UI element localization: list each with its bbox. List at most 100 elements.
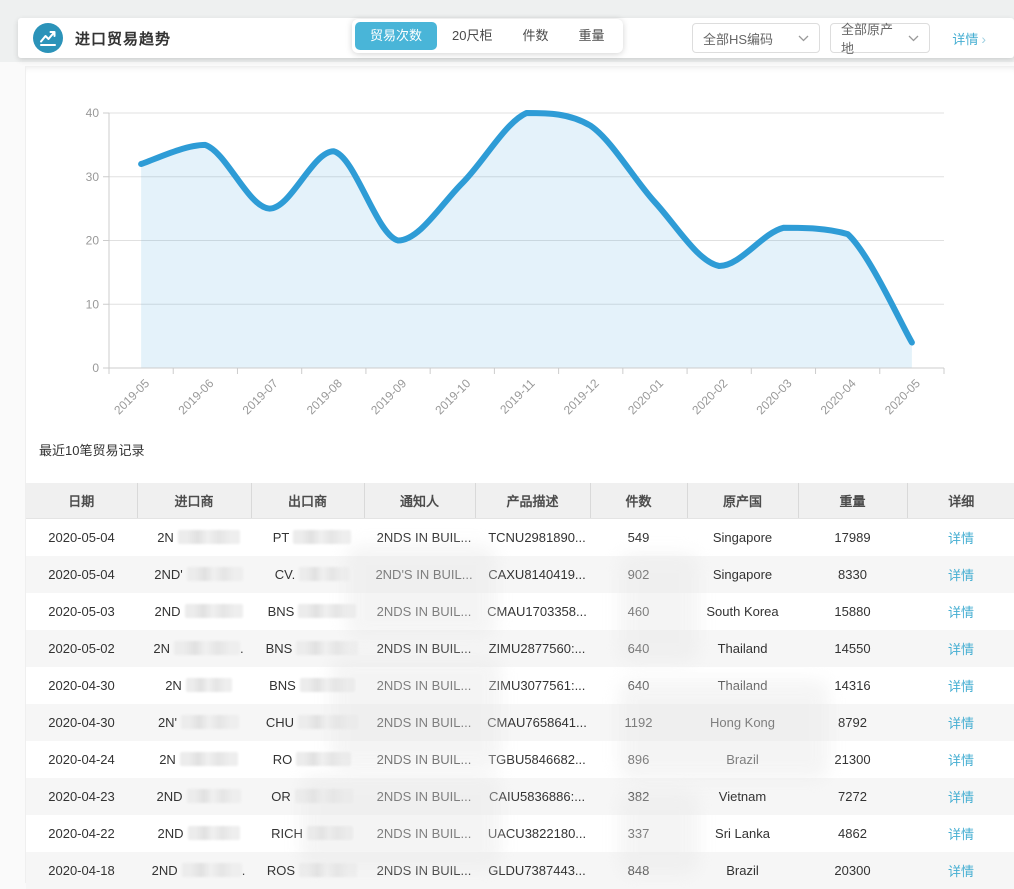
cell-date: 2020-04-18 xyxy=(26,852,137,889)
x-axis-label: 2019-08 xyxy=(304,376,345,417)
table-row: 2020-04-222NDRICH2NDS IN BUIL...UACU3822… xyxy=(26,815,1014,852)
row-detail-link[interactable]: 详情 xyxy=(948,605,974,620)
origin-select[interactable]: 全部原产地 xyxy=(830,23,930,53)
cell-weight: 21300 xyxy=(798,741,907,778)
cell-detail: 详情 xyxy=(907,593,1014,630)
column-header: 通知人 xyxy=(364,483,475,519)
row-detail-link[interactable]: 详情 xyxy=(948,642,974,657)
cell-product-description: CMAU7658641... xyxy=(475,704,590,741)
row-detail-link[interactable]: 详情 xyxy=(948,864,974,879)
origin-select-value: 全部原产地 xyxy=(841,19,900,57)
tab-pieces[interactable]: 件数 xyxy=(507,22,563,50)
cell-exporter: BNS xyxy=(251,630,364,667)
y-axis-label: 30 xyxy=(86,170,100,184)
cell-product-description: TGBU5846682... xyxy=(475,741,590,778)
table-header-row: 日期进口商出口商通知人产品描述件数原产国重量详细 xyxy=(26,483,1014,519)
tab-trade-count[interactable]: 贸易次数 xyxy=(355,22,437,50)
cell-product-description: ZIMU2877560:... xyxy=(475,630,590,667)
cell-detail: 详情 xyxy=(907,815,1014,852)
row-detail-link[interactable]: 详情 xyxy=(948,531,974,546)
cell-importer: 2ND' xyxy=(137,556,251,593)
cell-product-description: UACU3822180... xyxy=(475,815,590,852)
cell-importer: 2ND xyxy=(137,815,251,852)
censored-text xyxy=(296,752,351,766)
cell-exporter: OR xyxy=(251,778,364,815)
censored-text xyxy=(298,604,356,618)
x-axis-label: 2019-12 xyxy=(561,376,602,417)
cell-pieces: 382 xyxy=(590,778,687,815)
cell-origin-country: Singapore xyxy=(687,519,798,557)
cell-detail: 详情 xyxy=(907,778,1014,815)
column-header: 出口商 xyxy=(251,483,364,519)
x-axis-label: 2019-09 xyxy=(368,376,409,417)
cell-importer: 2N xyxy=(137,741,251,778)
table-row: 2020-04-302NBNS2NDS IN BUIL...ZIMU307756… xyxy=(26,667,1014,704)
table-row: 2020-04-242NRO2NDS IN BUIL...TGBU5846682… xyxy=(26,741,1014,778)
tab-20ft-container[interactable]: 20尺柜 xyxy=(437,22,507,50)
cell-exporter: ROS xyxy=(251,852,364,889)
page-title: 进口贸易趋势 xyxy=(75,28,171,49)
y-axis-label: 0 xyxy=(92,361,99,375)
cell-importer: 2N xyxy=(137,667,251,704)
x-axis-label: 2019-11 xyxy=(497,376,538,417)
cell-weight: 8330 xyxy=(798,556,907,593)
censored-text xyxy=(186,678,232,692)
header-detail-link[interactable]: 详情› xyxy=(952,29,986,48)
cell-origin-country: Sri Lanka xyxy=(687,815,798,852)
cell-detail: 详情 xyxy=(907,852,1014,889)
row-detail-link[interactable]: 详情 xyxy=(948,568,974,583)
cell-detail: 详情 xyxy=(907,519,1014,557)
row-detail-link[interactable]: 详情 xyxy=(948,753,974,768)
cell-weight: 7272 xyxy=(798,778,907,815)
cell-pieces: 337 xyxy=(590,815,687,852)
cell-weight: 20300 xyxy=(798,852,907,889)
cell-date: 2020-05-03 xyxy=(26,593,137,630)
censored-text xyxy=(174,641,240,655)
cell-exporter: RICH xyxy=(251,815,364,852)
table-row: 2020-04-232NDOR2NDS IN BUIL...CAIU583688… xyxy=(26,778,1014,815)
cell-date: 2020-04-23 xyxy=(26,778,137,815)
censored-text xyxy=(185,604,243,618)
title-block: 进口贸易趋势 xyxy=(33,23,171,53)
censored-text xyxy=(188,826,240,840)
censored-text xyxy=(299,863,357,877)
trend-area-chart[interactable]: 0102030402019-052019-062019-072019-08201… xyxy=(26,66,1014,426)
row-detail-link[interactable]: 详情 xyxy=(948,827,974,842)
table-row: 2020-05-042NPT2NDS IN BUIL...TCNU2981890… xyxy=(26,519,1014,557)
trade-records-table: 日期进口商出口商通知人产品描述件数原产国重量详细 2020-05-042NPT2… xyxy=(26,483,1014,889)
x-axis-label: 2019-05 xyxy=(111,376,152,417)
censored-text xyxy=(180,752,238,766)
row-detail-link[interactable]: 详情 xyxy=(948,679,974,694)
censored-text xyxy=(187,567,243,581)
cell-importer: 2N xyxy=(137,519,251,557)
row-detail-link[interactable]: 详情 xyxy=(948,790,974,805)
cell-importer: 2ND xyxy=(137,778,251,815)
table-row: 2020-04-302N'CHU2NDS IN BUIL...CMAU76586… xyxy=(26,704,1014,741)
header-bar: 进口贸易趋势 贸易次数 20尺柜 件数 重量 全部HS编码 全部原产地 详情› xyxy=(18,18,1014,58)
cell-product-description: CAIU5836886:... xyxy=(475,778,590,815)
censored-text xyxy=(295,789,353,803)
cell-origin-country: Vietnam xyxy=(687,778,798,815)
cell-weight: 14316 xyxy=(798,667,907,704)
y-axis-label: 20 xyxy=(86,234,100,248)
table-row: 2020-05-032NDBNS2NDS IN BUIL...CMAU17033… xyxy=(26,593,1014,630)
cell-product-description: ZIMU3077561:... xyxy=(475,667,590,704)
cell-notify-party: 2NDS IN BUIL... xyxy=(364,593,475,630)
chevron-down-icon xyxy=(790,35,809,42)
cell-pieces: 1192 xyxy=(590,704,687,741)
y-axis-label: 10 xyxy=(86,297,100,311)
tab-weight[interactable]: 重量 xyxy=(564,22,620,50)
chevron-right-icon: › xyxy=(981,31,986,47)
cell-importer: 2ND xyxy=(137,593,251,630)
x-axis-label: 2020-02 xyxy=(689,376,730,417)
recent-trades-title: 最近10笔贸易记录 xyxy=(39,440,1014,460)
cell-exporter: BNS xyxy=(251,667,364,704)
censored-text xyxy=(300,678,355,692)
x-axis-label: 2020-01 xyxy=(625,376,666,417)
cell-exporter: CHU xyxy=(251,704,364,741)
cell-product-description: CAXU8140419... xyxy=(475,556,590,593)
cell-date: 2020-04-30 xyxy=(26,667,137,704)
hs-code-select[interactable]: 全部HS编码 xyxy=(692,23,820,53)
row-detail-link[interactable]: 详情 xyxy=(948,716,974,731)
cell-pieces: 549 xyxy=(590,519,687,557)
